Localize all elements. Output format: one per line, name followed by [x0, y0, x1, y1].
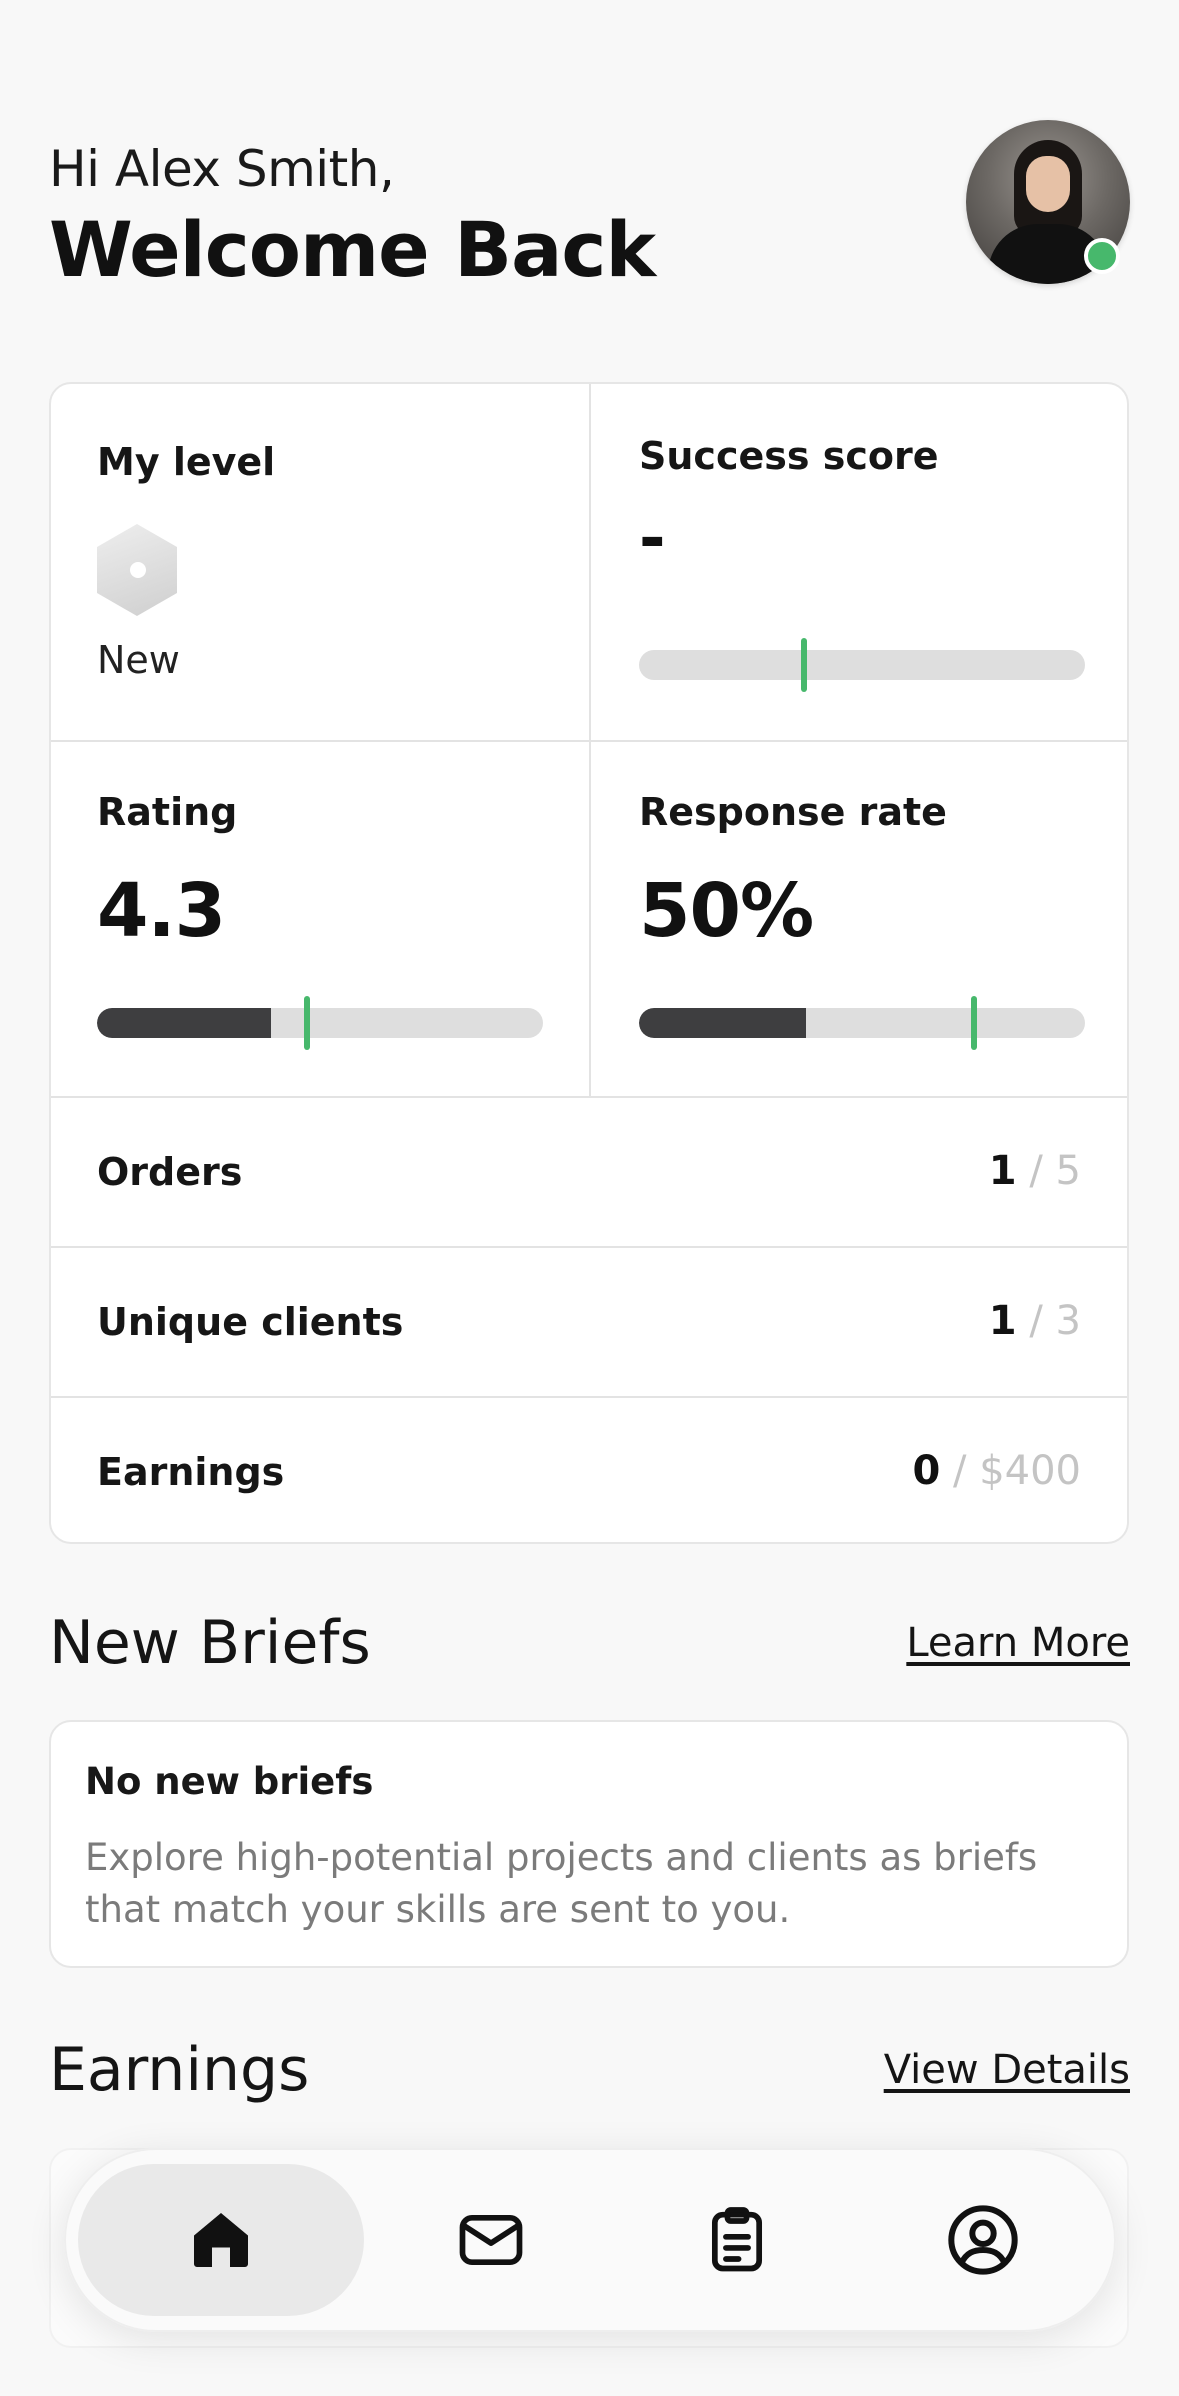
divider [51, 1246, 1127, 1248]
brief-card: No new briefs Explore high-potential pro… [49, 1720, 1129, 1968]
success-score-bar [639, 650, 1085, 680]
brief-card-title: No new briefs [85, 1760, 374, 1803]
success-score-label: Success score [639, 434, 939, 478]
earnings-label: Earnings [97, 1450, 285, 1494]
rating-bar [97, 1008, 543, 1038]
response-rate-bar [639, 1008, 1085, 1038]
orders-value: 1 / 5 [988, 1148, 1081, 1194]
stats-card: My level New Success score - Rating 4.3 … [49, 382, 1129, 1544]
orders-label: Orders [97, 1150, 243, 1194]
welcome-heading: Welcome Back [49, 205, 656, 294]
user-circle-icon [948, 2205, 1018, 2275]
level-value: New [97, 638, 180, 682]
response-rate-bar-fill [639, 1008, 807, 1038]
earnings-heading: Earnings [49, 2035, 310, 2105]
response-rate-target-marker [970, 996, 977, 1050]
divider [51, 740, 1127, 742]
bottom-nav [64, 2148, 1116, 2332]
view-details-link[interactable]: View Details [884, 2047, 1130, 2093]
unique-clients-value: 1 / 3 [988, 1298, 1081, 1344]
rating-target-marker [303, 996, 310, 1050]
greeting-text: Hi Alex Smith, [49, 140, 395, 198]
rating-bar-fill [97, 1008, 271, 1038]
my-level-label: My level [97, 440, 276, 484]
success-score-value: - [639, 502, 666, 576]
learn-more-link[interactable]: Learn More [906, 1620, 1130, 1666]
nav-profile[interactable] [898, 2164, 1068, 2316]
rating-value: 4.3 [97, 868, 226, 954]
level-dot-icon [130, 562, 146, 578]
success-score-target-marker [801, 638, 808, 692]
nav-home[interactable] [78, 2164, 364, 2316]
brief-card-description: Explore high-potential projects and clie… [85, 1836, 1038, 1931]
rating-label: Rating [97, 790, 238, 834]
response-rate-value: 50% [639, 868, 814, 954]
online-status-dot [1084, 238, 1120, 274]
mail-icon [459, 2214, 523, 2266]
earnings-value: 0 / $400 [912, 1448, 1081, 1494]
unique-clients-label: Unique clients [97, 1300, 404, 1344]
new-briefs-heading: New Briefs [49, 1608, 371, 1678]
nav-orders[interactable] [652, 2164, 822, 2316]
divider [51, 1396, 1127, 1398]
home-icon [194, 2213, 248, 2267]
divider [51, 1096, 1127, 1098]
nav-messages[interactable] [406, 2164, 576, 2316]
response-rate-label: Response rate [639, 790, 947, 834]
clipboard-icon [711, 2207, 763, 2272]
